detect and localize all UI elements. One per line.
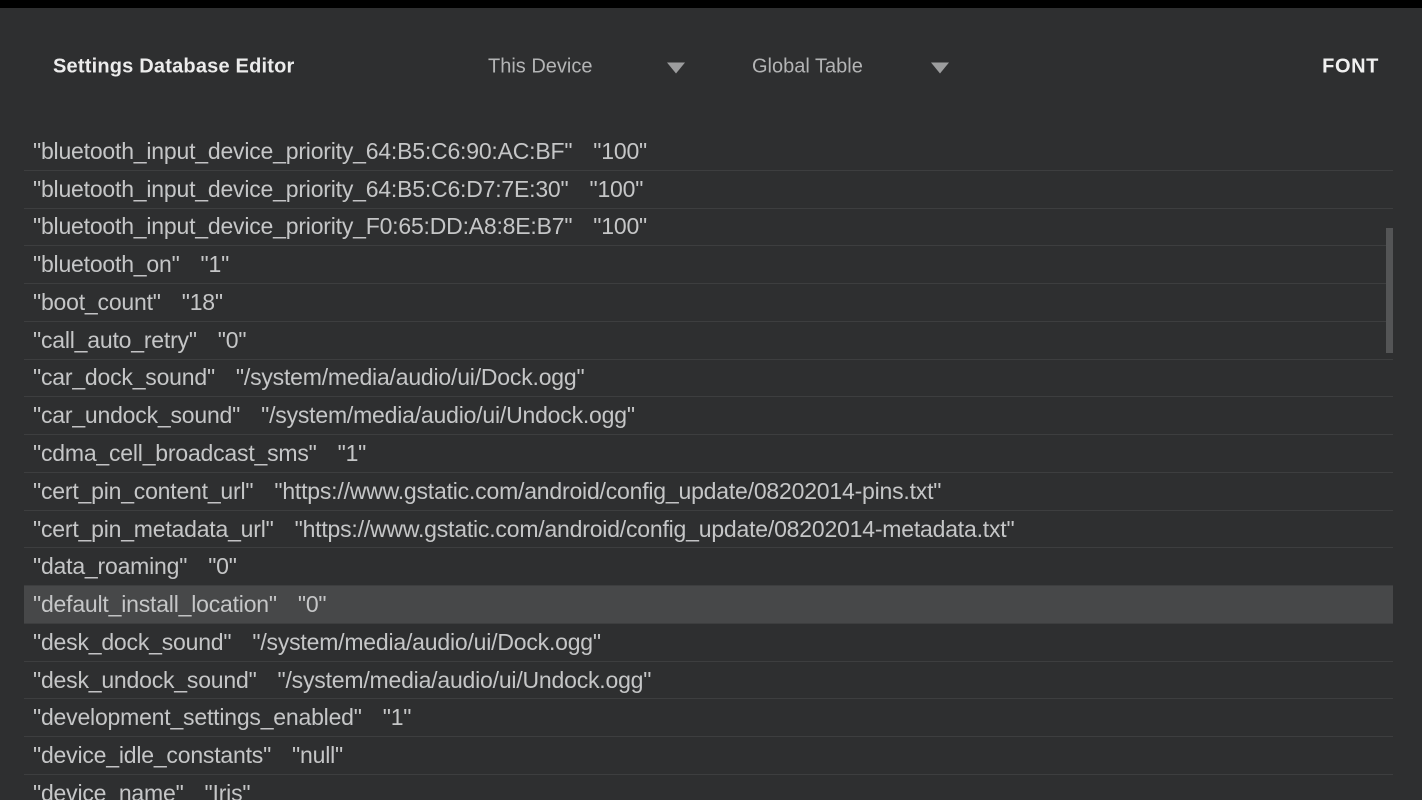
setting-value: "18" bbox=[182, 289, 223, 316]
device-selector-label: This Device bbox=[488, 56, 592, 79]
table-row[interactable]: "car_dock_sound" "/system/media/audio/ui/… bbox=[24, 360, 1393, 398]
setting-value: "https://www.gstatic.com/android/config_… bbox=[274, 478, 941, 505]
font-button[interactable]: FONT bbox=[1322, 56, 1379, 79]
app-bar: Settings Database Editor This Device Glo… bbox=[0, 8, 1422, 126]
setting-value: "100" bbox=[590, 176, 644, 203]
table-row[interactable]: "bluetooth_on" "1" bbox=[24, 246, 1393, 284]
settings-list: "bluetooth_input_device_priority_64:B5:C… bbox=[24, 133, 1393, 800]
setting-key: "bluetooth_input_device_priority_64:B5:C… bbox=[33, 138, 572, 165]
table-row[interactable]: "bluetooth_input_device_priority_64:B5:C… bbox=[24, 171, 1393, 209]
table-row[interactable]: "device_idle_constants" "null" bbox=[24, 737, 1393, 775]
setting-key: "cert_pin_content_url" bbox=[33, 478, 253, 505]
setting-value: "/system/media/audio/ui/Dock.ogg" bbox=[252, 629, 601, 656]
setting-key: "bluetooth_input_device_priority_F0:65:D… bbox=[33, 213, 572, 240]
setting-value: "1" bbox=[383, 704, 412, 731]
setting-key: "development_settings_enabled" bbox=[33, 704, 362, 731]
table-row[interactable]: "cert_pin_metadata_url" "https://www.gsta… bbox=[24, 511, 1393, 549]
setting-value: "1" bbox=[201, 251, 230, 278]
setting-key: "desk_undock_sound" bbox=[33, 667, 257, 694]
table-row[interactable]: "cert_pin_content_url" "https://www.gstat… bbox=[24, 473, 1393, 511]
setting-value: "0" bbox=[218, 327, 247, 354]
table-selector-label: Global Table bbox=[752, 56, 863, 79]
setting-value: "/system/media/audio/ui/Undock.ogg" bbox=[278, 667, 652, 694]
app-title: Settings Database Editor bbox=[53, 56, 295, 79]
scrollbar-thumb[interactable] bbox=[1386, 228, 1393, 353]
setting-value: "1" bbox=[338, 440, 367, 467]
table-row[interactable]: "development_settings_enabled" "1" bbox=[24, 699, 1393, 737]
setting-key: "car_dock_sound" bbox=[33, 364, 215, 391]
table-row[interactable]: "boot_count" "18" bbox=[24, 284, 1393, 322]
setting-value: "0" bbox=[298, 591, 327, 618]
setting-value: "/system/media/audio/ui/Dock.ogg" bbox=[236, 364, 585, 391]
table-row[interactable]: "device_name" "Iris" bbox=[24, 775, 1393, 800]
chevron-down-icon bbox=[931, 63, 949, 74]
setting-key: "desk_dock_sound" bbox=[33, 629, 231, 656]
setting-value: "/system/media/audio/ui/Undock.ogg" bbox=[261, 402, 635, 429]
setting-key: "default_install_location" bbox=[33, 591, 277, 618]
setting-key: "device_idle_constants" bbox=[33, 742, 271, 769]
setting-key: "bluetooth_input_device_priority_64:B5:C… bbox=[33, 176, 569, 203]
table-row[interactable]: "cdma_cell_broadcast_sms" "1" bbox=[24, 435, 1393, 473]
setting-key: "bluetooth_on" bbox=[33, 251, 180, 278]
setting-key: "car_undock_sound" bbox=[33, 402, 240, 429]
setting-key: "boot_count" bbox=[33, 289, 161, 316]
setting-value: "100" bbox=[593, 213, 647, 240]
table-row[interactable]: "bluetooth_input_device_priority_64:B5:C… bbox=[24, 133, 1393, 171]
chevron-down-icon bbox=[667, 63, 685, 74]
table-row[interactable]: "data_roaming" "0" bbox=[24, 548, 1393, 586]
table-row[interactable]: "desk_dock_sound" "/system/media/audio/ui… bbox=[24, 624, 1393, 662]
table-row[interactable]: "desk_undock_sound" "/system/media/audio/… bbox=[24, 662, 1393, 700]
setting-key: "device_name" bbox=[33, 780, 184, 800]
table-selector-dropdown[interactable]: Global Table bbox=[752, 56, 949, 79]
setting-value: "https://www.gstatic.com/android/config_… bbox=[295, 516, 1015, 543]
status-bar bbox=[0, 0, 1422, 8]
setting-value: "0" bbox=[208, 553, 237, 580]
setting-key: "data_roaming" bbox=[33, 553, 187, 580]
setting-key: "cert_pin_metadata_url" bbox=[33, 516, 274, 543]
device-selector-dropdown[interactable]: This Device bbox=[488, 56, 685, 79]
table-row[interactable]: "car_undock_sound" "/system/media/audio/u… bbox=[24, 397, 1393, 435]
setting-value: "100" bbox=[593, 138, 647, 165]
setting-key: "call_auto_retry" bbox=[33, 327, 197, 354]
setting-value: "Iris" bbox=[205, 780, 251, 800]
setting-value: "null" bbox=[292, 742, 343, 769]
table-row[interactable]: "call_auto_retry" "0" bbox=[24, 322, 1393, 360]
table-row[interactable]: "default_install_location" "0" bbox=[24, 586, 1393, 624]
setting-key: "cdma_cell_broadcast_sms" bbox=[33, 440, 317, 467]
table-row[interactable]: "bluetooth_input_device_priority_F0:65:D… bbox=[24, 209, 1393, 247]
